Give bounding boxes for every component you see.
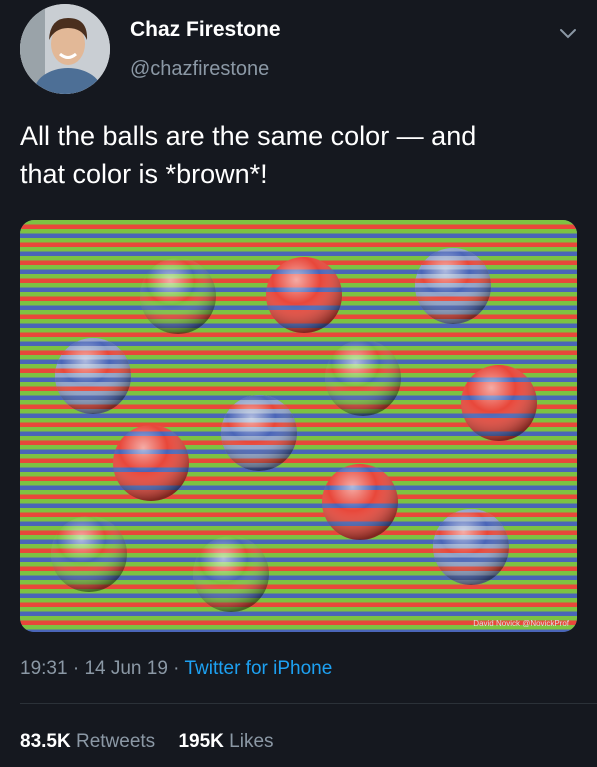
tweet-text-line: All the balls are the same color — and — [20, 121, 477, 151]
tweet-card: Chaz Firestone @chazfirestone All the ba… — [0, 0, 597, 767]
ball — [461, 365, 537, 441]
image-credit: David Novick @NovickProf — [473, 619, 569, 628]
color-illusion-image — [20, 220, 577, 632]
retweets-label: Retweets — [75, 731, 156, 752]
tweet-text-line: that color is *brown*! — [20, 159, 268, 189]
meta-separator: · — [167, 658, 185, 679]
author-name[interactable]: Chaz Firestone — [130, 18, 281, 42]
tweet-stats: 83.5K Retweets 195K Likes — [20, 731, 292, 753]
chevron-down-icon[interactable] — [557, 22, 579, 44]
retweets-stat[interactable]: 83.5K Retweets — [20, 731, 155, 752]
tweet-source-link[interactable]: Twitter for iPhone — [184, 658, 332, 679]
tweet-meta: 19:31 · 14 Jun 19 · Twitter for iPhone — [20, 658, 332, 680]
tweet-image[interactable]: David Novick @NovickProf — [20, 220, 577, 632]
divider — [20, 703, 597, 704]
avatar-image — [20, 4, 110, 94]
likes-label: Likes — [229, 731, 274, 752]
ball — [266, 257, 342, 333]
retweets-count: 83.5K — [20, 731, 71, 752]
likes-count: 195K — [178, 731, 224, 752]
likes-stat[interactable]: 195K Likes — [178, 731, 273, 752]
tweet-time: 19:31 — [20, 658, 68, 679]
tweet-date: 14 Jun 19 — [84, 658, 168, 679]
meta-separator: · — [67, 658, 85, 679]
author-handle[interactable]: @chazfirestone — [130, 58, 269, 81]
avatar[interactable] — [20, 4, 110, 94]
tweet-text: All the balls are the same color — and t… — [20, 117, 565, 193]
